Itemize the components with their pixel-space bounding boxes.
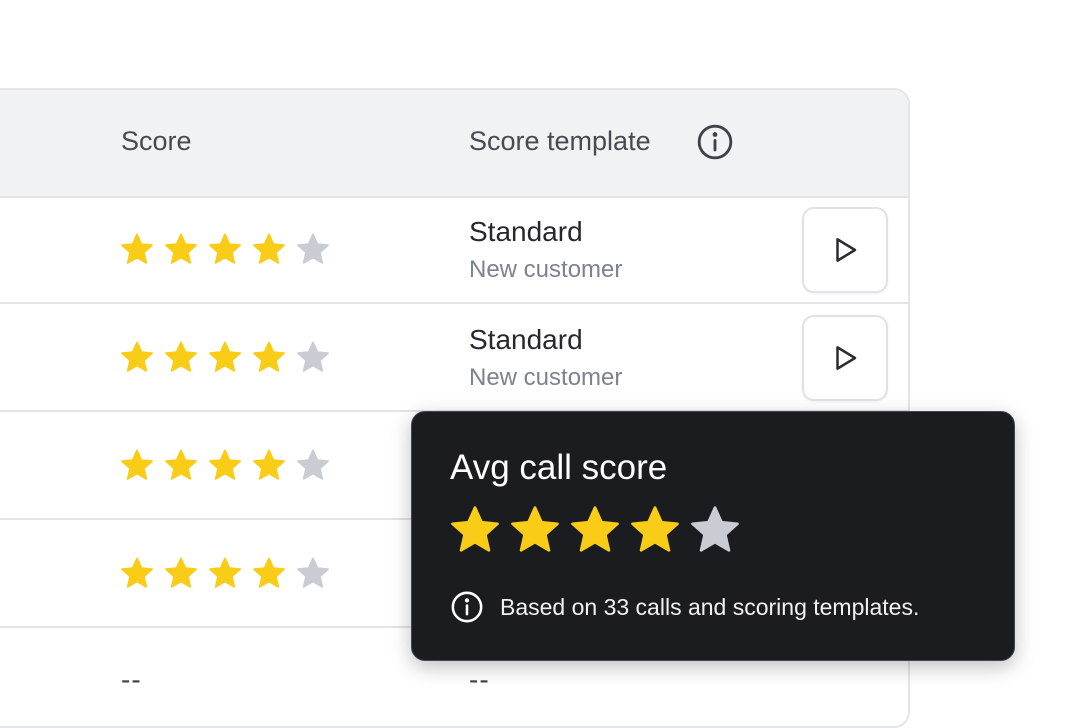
star-filled-icon xyxy=(165,449,197,480)
star-filled-icon xyxy=(121,557,153,588)
template-title: Standard xyxy=(469,216,583,247)
info-icon xyxy=(451,591,483,623)
avg-score-tooltip: Avg call score Based on 33 calls and sco… xyxy=(411,411,1015,661)
template-title: Standard xyxy=(469,324,583,355)
play-button[interactable] xyxy=(802,315,888,401)
star-filled-icon xyxy=(209,449,241,480)
star-filled-icon xyxy=(209,233,241,264)
template-subtitle: New customer xyxy=(469,364,623,391)
star-filled-icon xyxy=(253,449,285,480)
star-empty-icon xyxy=(297,449,329,480)
tooltip-text: Based on 33 calls and scoring templates. xyxy=(500,593,920,620)
star-filled-icon xyxy=(631,506,679,552)
star-filled-icon xyxy=(571,506,619,552)
score-placeholder: -- xyxy=(121,664,142,695)
table-row[interactable]: Standard New customer xyxy=(0,196,908,304)
star-filled-icon xyxy=(121,449,153,480)
star-rating xyxy=(448,504,742,558)
play-button[interactable] xyxy=(802,207,888,293)
play-icon xyxy=(836,238,857,262)
template-placeholder: -- xyxy=(469,664,490,695)
info-icon[interactable] xyxy=(696,123,734,161)
play-icon xyxy=(836,346,857,370)
star-filled-icon xyxy=(165,341,197,372)
star-filled-icon xyxy=(451,506,499,552)
star-rating xyxy=(119,556,331,592)
star-filled-icon xyxy=(165,557,197,588)
star-filled-icon xyxy=(253,341,285,372)
star-filled-icon xyxy=(121,233,153,264)
star-empty-icon xyxy=(297,341,329,372)
star-empty-icon xyxy=(691,506,739,552)
star-empty-icon xyxy=(297,233,329,264)
tooltip-title: Avg call score xyxy=(450,448,668,487)
template-subtitle: New customer xyxy=(469,256,623,283)
star-rating xyxy=(119,448,331,484)
star-filled-icon xyxy=(165,233,197,264)
star-filled-icon xyxy=(209,557,241,588)
star-rating xyxy=(119,340,331,376)
star-rating xyxy=(119,232,331,268)
star-filled-icon xyxy=(253,557,285,588)
column-header-score-template[interactable]: Score template xyxy=(469,126,651,157)
star-empty-icon xyxy=(297,557,329,588)
column-header-score[interactable]: Score xyxy=(121,126,192,157)
tooltip-footer: Based on 33 calls and scoring templates. xyxy=(450,590,919,624)
star-filled-icon xyxy=(253,233,285,264)
table-header: Score Score template xyxy=(0,90,908,198)
star-filled-icon xyxy=(511,506,559,552)
star-filled-icon xyxy=(121,341,153,372)
table-row[interactable]: Standard New customer xyxy=(0,304,908,412)
star-filled-icon xyxy=(209,341,241,372)
